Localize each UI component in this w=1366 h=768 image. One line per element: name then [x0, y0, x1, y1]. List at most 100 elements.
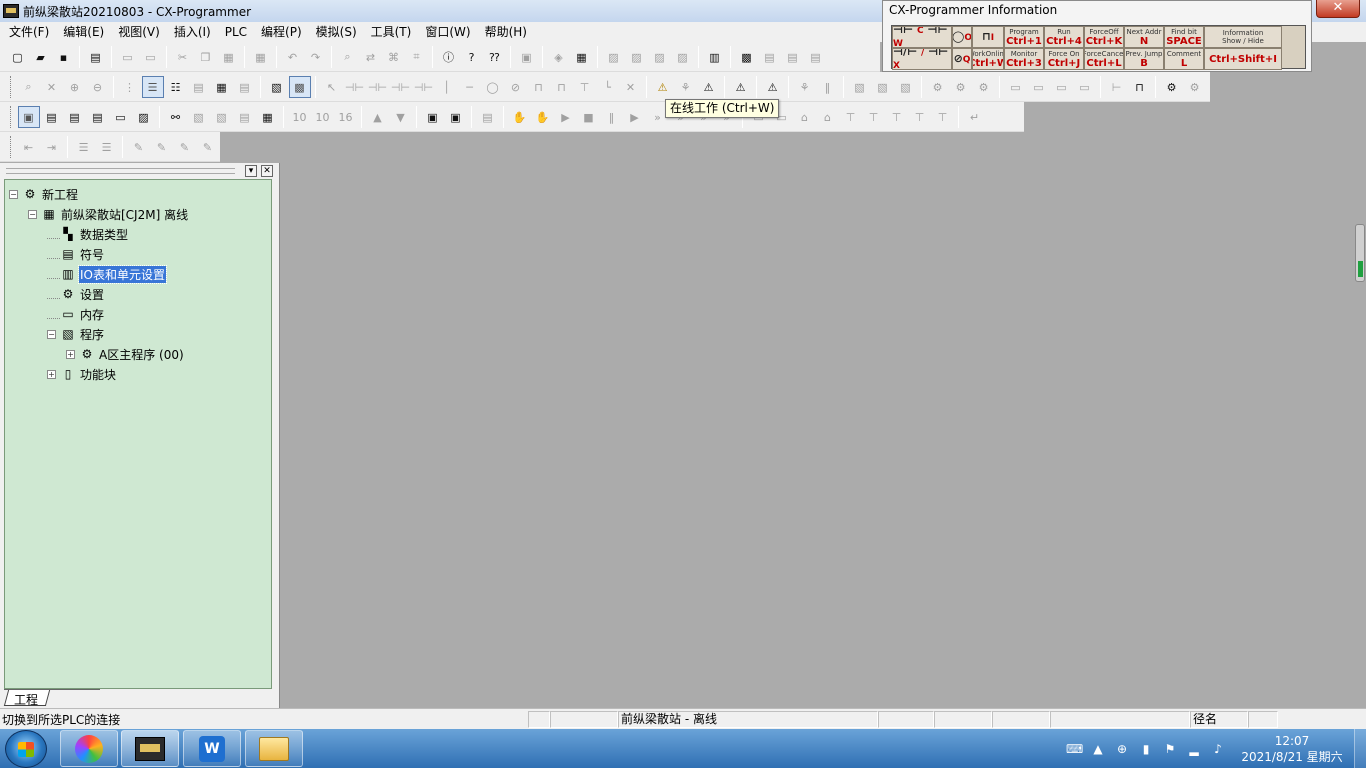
monitor-window-icon[interactable]: ▤ [759, 46, 781, 68]
address-icon[interactable]: ▤ [87, 106, 109, 128]
window-icon-2[interactable]: ▨ [626, 46, 648, 68]
network-signal-icon[interactable]: ▂ [1186, 741, 1202, 757]
mnemonic-icon[interactable]: ▤ [188, 76, 210, 98]
line-connector-icon[interactable]: └ [597, 76, 619, 98]
io-output-icon-1[interactable]: ⊤ [840, 106, 862, 128]
project-tab[interactable]: 工程 [3, 689, 100, 707]
pc-link-icon[interactable]: ⊓ [551, 76, 573, 98]
io-table-toolbar-icon[interactable]: ▥ [704, 46, 726, 68]
expand-icon[interactable]: + [66, 349, 75, 359]
hand-step-icon[interactable]: ✋ [532, 106, 554, 128]
output-icon[interactable]: ▤ [41, 106, 63, 128]
keyboard-icon[interactable]: ⌨ [1066, 741, 1083, 757]
list-view-icon[interactable]: ☷ [165, 76, 187, 98]
decimal-icon[interactable]: 10 [312, 106, 334, 128]
menu-window[interactable]: 窗口(W) [418, 22, 477, 42]
coil-o-cell[interactable]: ◯O [952, 26, 972, 48]
zoom-fit-icon[interactable]: ✕ [41, 76, 63, 98]
contact-no-icon[interactable]: ⊣⊢ [344, 76, 366, 98]
tree-node-memory[interactable]: ▭ 内存 [5, 304, 271, 324]
taskbar-app-explorer[interactable] [245, 730, 303, 767]
simulator-icon[interactable]: ▣ [422, 106, 444, 128]
tree-node-plc[interactable]: − ▦ 前纵梁散站[CJ2M] 离线 [5, 204, 271, 224]
menu-help[interactable]: 帮助(H) [478, 22, 534, 42]
delete-line-icon[interactable]: ✕ [620, 76, 642, 98]
watch-window-icon[interactable]: ▤ [782, 46, 804, 68]
hand-icon[interactable]: ✋ [509, 106, 531, 128]
force-cancel-cell[interactable]: ForceCancel Ctrl+L [1084, 48, 1124, 70]
print-icon[interactable]: ▭ [117, 46, 139, 68]
collapse-icon[interactable]: − [9, 189, 18, 199]
plc-settings-icon[interactable]: ⚙ [1161, 76, 1183, 98]
start-button[interactable] [5, 730, 47, 768]
set-value-icon-1[interactable]: ▭ [1005, 76, 1027, 98]
st-icon[interactable]: ▩ [288, 76, 311, 98]
taskbar-app-cx-programmer[interactable] [121, 730, 179, 767]
window-icon-3[interactable]: ▨ [649, 46, 671, 68]
contact-or-icon[interactable]: ⊣⊢ [390, 76, 412, 98]
paste-special-icon[interactable]: ▦ [250, 46, 272, 68]
step-down-icon[interactable]: ▼ [390, 106, 412, 128]
sim-settings-icon[interactable]: ▤ [477, 106, 499, 128]
tree-node-function-blocks[interactable]: + ▯ 功能块 [5, 364, 271, 384]
new-file-icon[interactable]: ▢ [7, 46, 29, 68]
uncomment-block-icon[interactable]: ☰ [96, 136, 118, 158]
print-setup-icon[interactable]: ▭ [140, 46, 162, 68]
usb-device-icon[interactable]: ▮ [1138, 741, 1154, 757]
data-trace-icon[interactable]: ▧ [188, 106, 210, 128]
project-workspace-icon[interactable]: ▣ [17, 106, 40, 128]
zoom-icon[interactable]: ⌕ [18, 76, 40, 98]
force-icon-1[interactable]: ⚙ [927, 76, 949, 98]
next-bookmark-icon[interactable]: ✎ [151, 136, 173, 158]
contact-nc-cell[interactable]: ⊣/⊢ / ⊣⊢ X [892, 48, 952, 70]
sfc-icon[interactable]: ▧ [266, 76, 288, 98]
tree-node-main-program[interactable]: + ⚙ A区主程序 (00) [5, 344, 271, 364]
run-icon[interactable]: ▶ [555, 106, 577, 128]
io-input-icon-3[interactable]: ⌂ [794, 106, 816, 128]
pause-icon[interactable]: ‖ [601, 106, 623, 128]
grid-icon[interactable]: ⋮ [119, 76, 141, 98]
io-output-icon-5[interactable]: ⊤ [932, 106, 954, 128]
trigger-icon[interactable]: ⊓ [1129, 76, 1151, 98]
vertical-scroll-handle[interactable] [1355, 224, 1365, 282]
comment-display-icon[interactable]: ☰ [141, 76, 164, 98]
work-online-cell[interactable]: WorkOnlineCtrl+W [972, 48, 1004, 70]
close-button[interactable]: ✕ [1316, 0, 1360, 18]
collapse-icon[interactable]: − [28, 209, 37, 219]
menu-view[interactable]: 视图(V) [111, 22, 167, 42]
properties-icon[interactable]: ▭ [110, 106, 132, 128]
comment-cell[interactable]: Comment L [1164, 48, 1204, 70]
vertical-line-icon[interactable]: │ [436, 76, 458, 98]
select-mode-icon[interactable]: ↖ [321, 76, 343, 98]
system-clock[interactable]: 12:07 2021/8/21 星期六 [1230, 733, 1354, 765]
menu-file[interactable]: 文件(F) [2, 22, 56, 42]
address-reference-icon[interactable]: ⌗ [406, 46, 428, 68]
help-icon[interactable]: ? [461, 46, 483, 68]
symbol-table-icon[interactable]: ▦ [211, 76, 233, 98]
tree-node-symbols[interactable]: ▤ 符号 [5, 244, 271, 264]
zoom-in-icon[interactable]: ⊕ [64, 76, 86, 98]
force-icon-2[interactable]: ⚙ [950, 76, 972, 98]
cross-reference-icon[interactable]: ⌘ [383, 46, 405, 68]
monitoring-icon[interactable]: ⚘ [794, 76, 816, 98]
set-value-icon-3[interactable]: ▭ [1051, 76, 1073, 98]
indent-right-icon[interactable]: ⇥ [41, 136, 63, 158]
compile-icon[interactable]: ▣ [516, 46, 538, 68]
zoom-out-icon[interactable]: ⊖ [87, 76, 109, 98]
toolbar-grip[interactable] [10, 136, 13, 158]
program-check-icon[interactable]: ▦ [571, 46, 593, 68]
show-hidden-icons-icon[interactable]: ▲ [1090, 741, 1106, 757]
contact-nc-icon[interactable]: ⊣⊢ [367, 76, 389, 98]
next-addr-cell[interactable]: Next Addr N [1124, 26, 1164, 48]
differential-icon[interactable]: ⊢ [1106, 76, 1128, 98]
transfer-from-plc-icon[interactable]: ⚠ [762, 76, 784, 98]
step-up-icon[interactable]: ▲ [367, 106, 389, 128]
ladder-view-icon[interactable]: ▤ [234, 76, 256, 98]
sim-online-icon[interactable]: ▣ [445, 106, 467, 128]
toolbar-grip[interactable] [10, 76, 13, 98]
find-bit-cell[interactable]: Find bit SPACE [1164, 26, 1204, 48]
compare-icon-3[interactable]: ▧ [895, 76, 917, 98]
compile-all-icon[interactable]: ◈ [548, 46, 570, 68]
comment-block-icon[interactable]: ☰ [73, 136, 95, 158]
expand-icon[interactable]: + [47, 369, 56, 379]
